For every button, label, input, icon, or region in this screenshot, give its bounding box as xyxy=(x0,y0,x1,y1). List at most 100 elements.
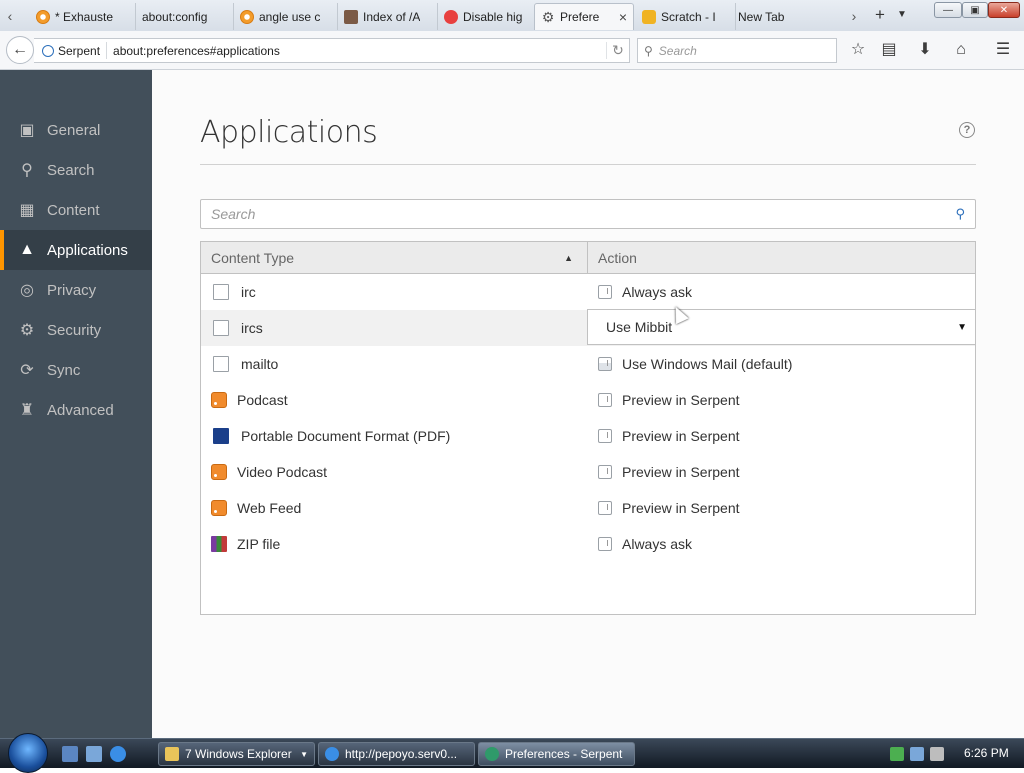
tab-strip: ‹ * Exhauste about:config angle use c In… xyxy=(0,0,1024,32)
taskbar-item-preferences-serpent[interactable]: Preferences - Serpent xyxy=(478,742,635,766)
sidebar-item-search[interactable]: ⚲ Search xyxy=(0,150,152,190)
back-arrow-icon[interactable]: ← xyxy=(6,36,34,64)
content-icon: ▦ xyxy=(19,202,35,219)
list-all-tabs-chevron-icon[interactable]: ▼ xyxy=(894,4,910,26)
taskbar-item-windows-explorer[interactable]: 7 Windows Explorer ▼ xyxy=(158,742,315,766)
content-type-label: Video Podcast xyxy=(237,464,328,480)
start-button[interactable] xyxy=(8,733,48,773)
reload-icon[interactable]: ↻ xyxy=(606,42,629,59)
maximize-window-button[interactable]: ▣ xyxy=(962,2,988,18)
close-tab-icon[interactable]: × xyxy=(619,9,627,25)
content-type-search-input[interactable]: Search ⚲ xyxy=(200,199,976,229)
taskbar-clock[interactable]: 6:26 PM xyxy=(964,746,1009,760)
serpent-icon xyxy=(485,747,499,761)
tab-exhausted[interactable]: * Exhauste xyxy=(30,3,136,30)
downloads-arrow-icon[interactable]: ⬇ xyxy=(914,39,936,61)
handler-row[interactable]: ZIP file Always ask xyxy=(201,526,975,562)
tab-angle-use[interactable]: angle use c xyxy=(234,3,338,30)
handlers-list: Content Type ▲ Action irc Always ask irc… xyxy=(200,241,976,615)
column-header-action[interactable]: Action xyxy=(588,242,637,273)
sidebar-item-label: Advanced xyxy=(47,401,114,419)
tab-new-tab[interactable]: New Tab xyxy=(732,3,842,30)
application-window-icon xyxy=(598,357,612,371)
content-type-label: mailto xyxy=(241,356,279,372)
tab-preferences[interactable]: ⚙ Prefere × xyxy=(534,3,634,30)
sidebar-item-label: Privacy xyxy=(47,281,97,299)
tab-scratch[interactable]: Scratch - I xyxy=(636,3,736,30)
search-bar[interactable]: ⚲ Search xyxy=(637,38,837,63)
handler-row[interactable]: irc Always ask xyxy=(201,274,975,310)
url-text[interactable]: about:preferences#applications xyxy=(107,44,606,58)
firefox-icon xyxy=(444,9,458,24)
search-placeholder: Search xyxy=(211,206,256,222)
sidebar-item-advanced[interactable]: ♜ Advanced xyxy=(0,390,152,430)
show-desktop-icon[interactable] xyxy=(62,746,78,762)
privacy-mask-icon: ◎ xyxy=(20,282,34,299)
action-label: Use Windows Mail (default) xyxy=(622,356,793,372)
tab-label: Disable hig xyxy=(463,9,523,24)
sidebar-item-security[interactable]: ⚙ Security xyxy=(0,310,152,350)
sidebar-item-content[interactable]: ▦ Content xyxy=(0,190,152,230)
sort-ascending-icon: ▲ xyxy=(564,252,573,263)
column-header-content-type[interactable]: Content Type ▲ xyxy=(201,242,588,273)
task-label: http://pepoyo.serv0... xyxy=(345,747,458,761)
sidebar-item-privacy[interactable]: ◎ Privacy xyxy=(0,270,152,310)
globe-icon xyxy=(42,44,54,57)
display-icon[interactable] xyxy=(910,747,924,761)
hamburger-menu-icon[interactable]: ☰ xyxy=(992,39,1014,61)
network-check-icon[interactable] xyxy=(890,747,904,761)
sidebar-item-label: Search xyxy=(47,161,95,179)
url-bar[interactable]: Serpent about:preferences#applications ↻ xyxy=(34,38,630,63)
home-icon[interactable]: ⌂ xyxy=(950,39,972,61)
tab-index-of[interactable]: Index of /A xyxy=(338,3,438,30)
ie-icon[interactable] xyxy=(110,746,126,762)
advanced-wizard-icon: ♜ xyxy=(19,402,35,419)
scroll-tabs-right-icon[interactable]: › xyxy=(846,4,862,28)
tab-about-config[interactable]: about:config xyxy=(136,3,234,30)
opera-like-icon xyxy=(240,9,254,24)
sidebar-item-label: Applications xyxy=(47,241,128,259)
tab-label: angle use c xyxy=(259,9,321,24)
dropdown-arrow-icon: ▼ xyxy=(957,321,967,333)
handler-row-selected[interactable]: ircs Use Mibbit ▼ xyxy=(201,309,976,346)
taskbar-item-ie[interactable]: http://pepoyo.serv0... xyxy=(318,742,475,766)
preferences-sidebar: ▣ General ⚲ Search ▦ Content ▲ Applicati… xyxy=(0,70,152,738)
group-dropdown-icon: ▼ xyxy=(300,749,308,759)
new-tab-plus-icon[interactable]: + xyxy=(872,4,888,26)
column-label: Action xyxy=(598,249,637,266)
bookmarks-menu-icon[interactable]: ▤ xyxy=(878,39,900,61)
handler-row[interactable]: Video Podcast Preview in Serpent xyxy=(201,454,975,490)
sidebar-item-general[interactable]: ▣ General xyxy=(0,110,152,150)
content-type-label: ircs xyxy=(241,320,263,336)
tab-label: * Exhauste xyxy=(55,9,114,24)
content-type-label: Portable Document Format (PDF) xyxy=(241,428,451,444)
preview-icon xyxy=(598,501,612,515)
handler-row[interactable]: Portable Document Format (PDF) Preview i… xyxy=(201,418,975,454)
sidebar-item-applications[interactable]: ▲ Applications xyxy=(0,230,152,270)
tab-disable-hig[interactable]: Disable hig xyxy=(438,3,538,30)
tab-list: * Exhauste about:config angle use c Inde… xyxy=(18,3,858,31)
bookmark-star-icon[interactable]: ☆ xyxy=(847,39,869,61)
close-window-button[interactable]: ✕ xyxy=(988,2,1020,18)
content-type-label: irc xyxy=(241,284,256,300)
handler-row[interactable]: Podcast Preview in Serpent xyxy=(201,382,975,418)
content-type-label: Web Feed xyxy=(237,500,302,516)
help-question-icon[interactable]: ? xyxy=(959,122,975,138)
action-select[interactable]: Use Mibbit ▼ xyxy=(587,309,976,345)
search-icon: ⚲ xyxy=(21,162,33,179)
volume-muted-icon[interactable] xyxy=(930,747,944,761)
tab-label: about:config xyxy=(142,9,208,24)
file-icon xyxy=(213,356,229,372)
handlers-list-header: Content Type ▲ Action xyxy=(201,242,975,274)
handler-row[interactable]: mailto Use Windows Mail (default) xyxy=(201,346,975,382)
switch-windows-icon[interactable] xyxy=(86,746,102,762)
always-ask-icon xyxy=(598,285,612,299)
handler-row[interactable]: Web Feed Preview in Serpent xyxy=(201,490,975,526)
minimize-window-button[interactable]: — xyxy=(934,2,962,18)
site-identity[interactable]: Serpent xyxy=(34,42,108,59)
ie-icon xyxy=(325,747,339,761)
action-label: Always ask xyxy=(622,284,693,300)
scroll-tabs-left-icon[interactable]: ‹ xyxy=(2,4,18,28)
sidebar-item-sync[interactable]: ⟳ Sync xyxy=(0,350,152,390)
system-tray xyxy=(890,747,944,761)
